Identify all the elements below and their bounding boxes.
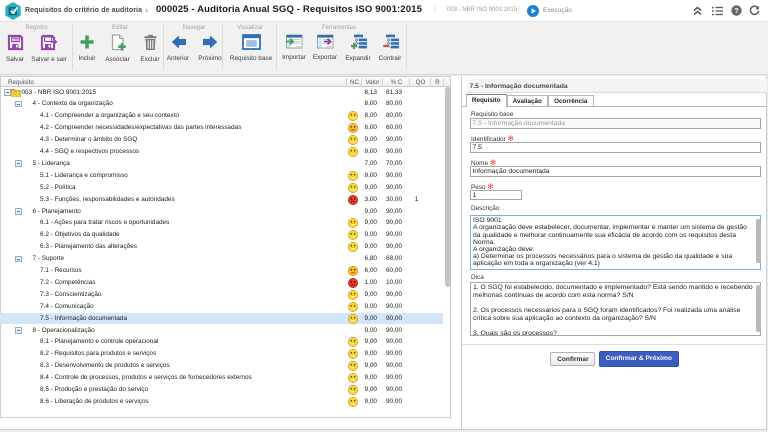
svg-text:?: ? [734,6,739,15]
